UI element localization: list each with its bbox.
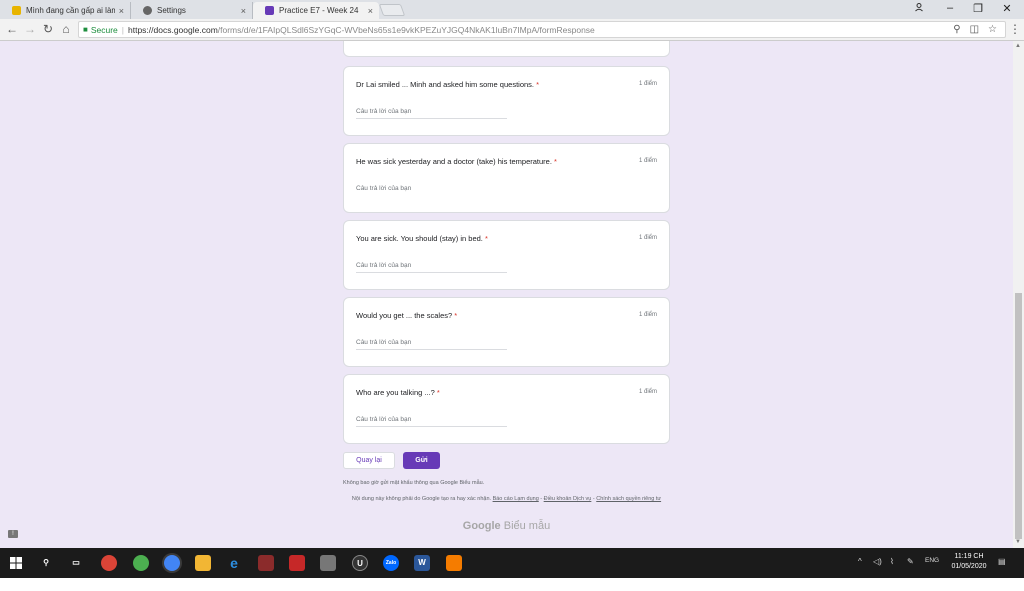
submit-button[interactable]: Gửi — [403, 452, 440, 469]
url-host: https://docs.google.com — [128, 24, 218, 35]
back-arrow-icon[interactable]: ← — [5, 22, 19, 36]
system-clock[interactable]: 11:19 CH 01/05/2020 — [944, 552, 994, 572]
menu-kebab-icon[interactable]: ⋮ — [1008, 22, 1022, 36]
gear-icon — [143, 6, 152, 15]
question-text: You are sick. You should (stay) in bed. … — [356, 234, 488, 243]
screen: Mình đang cần gấp ai làm × Settings × Pr… — [0, 0, 1024, 591]
secure-label: Secure — [90, 24, 118, 35]
chrome-active-icon[interactable] — [164, 555, 180, 571]
answer-input[interactable] — [356, 262, 507, 273]
app-icon[interactable] — [289, 555, 305, 571]
footer-disclaimer: Nội dung này không phải do Google tạo ra… — [351, 496, 662, 502]
bookmark-star-icon[interactable]: ☆ — [988, 24, 997, 35]
page-scrollbar[interactable]: ▲ ▼ — [1013, 41, 1024, 548]
points-label: 1 điểm — [638, 389, 657, 395]
points-label: 1 điểm — [638, 312, 657, 318]
close-tab-icon[interactable]: × — [368, 6, 373, 16]
points-label: 1 điểm — [638, 235, 657, 241]
unikey-icon[interactable]: U — [352, 555, 368, 571]
question-card: Would you get ... the scales? * 1 điểm — [343, 297, 670, 367]
lock-icon: ■ — [83, 25, 88, 34]
task-view-icon[interactable]: ▭ — [68, 555, 84, 571]
report-abuse-link[interactable]: Báo cáo Lạm dụng — [493, 496, 539, 502]
required-mark: * — [484, 234, 488, 243]
network-icon[interactable]: ⌇ — [890, 557, 894, 566]
question-card: Who are you talking ...? * 1 điểm — [343, 374, 670, 444]
tab-strip: Mình đang cần gấp ai làm × Settings × Pr… — [0, 0, 1024, 19]
required-mark: * — [554, 157, 557, 166]
scroll-up-arrow-icon[interactable]: ▲ — [1015, 43, 1021, 49]
feedback-icon[interactable]: ! — [8, 530, 18, 538]
file-explorer-icon[interactable] — [195, 555, 211, 571]
answer-input[interactable] — [356, 185, 507, 196]
home-icon[interactable]: ⌂ — [59, 22, 73, 36]
tab-title: Mình đang cần gấp ai làm — [26, 6, 115, 15]
question-text: He was sick yesterday and a doctor (take… — [356, 157, 557, 166]
pen-icon[interactable]: ✎ — [907, 557, 914, 566]
terms-link[interactable]: Điều khoản Dịch vụ — [544, 496, 592, 502]
bottom-strip — [0, 578, 1024, 591]
volume-icon[interactable]: ◁) — [873, 557, 882, 566]
word-icon[interactable]: W — [414, 555, 430, 571]
reload-icon[interactable]: ↻ — [41, 22, 55, 36]
restore-button[interactable]: ❐ — [970, 2, 986, 15]
forward-arrow-icon[interactable]: → — [23, 22, 37, 36]
question-text: Would you get ... the scales? * — [356, 311, 458, 320]
app-orange-icon[interactable] — [446, 555, 462, 571]
answer-input[interactable] — [356, 416, 507, 427]
scroll-down-arrow-icon[interactable]: ▼ — [1015, 539, 1021, 545]
url-path: /forms/d/e/1FAIpQLSdl6SzYGqC-WVbeNs65s1e… — [217, 24, 595, 35]
tab-1[interactable]: Settings × — [131, 2, 253, 19]
password-warning: Không bao giờ gửi mật khẩu thông qua Goo… — [343, 480, 485, 486]
scrollbar-thumb[interactable] — [1015, 293, 1022, 539]
close-tab-icon[interactable]: × — [119, 6, 124, 16]
question-text: Dr Lai smiled ... Minh and asked him som… — [356, 80, 540, 89]
privacy-link[interactable]: Chính sách quyền riêng tư — [596, 496, 661, 502]
tab-title: Settings — [157, 6, 186, 15]
separator: | — [121, 24, 124, 35]
question-card: Dr Lai smiled ... Minh and asked him som… — [343, 66, 670, 136]
required-mark: * — [454, 311, 458, 320]
close-window-button[interactable]: ✕ — [999, 2, 1015, 15]
tab-title: Practice E7 - Week 24 — [279, 6, 359, 15]
form-page: Dr Lai smiled ... Minh and asked him som… — [0, 41, 1013, 548]
google-forms-logo[interactable]: Google Biểu mẫu — [343, 520, 670, 532]
new-tab-button[interactable] — [378, 4, 406, 16]
chrome-icon[interactable] — [101, 555, 117, 571]
question-text: Who are you talking ...? * — [356, 388, 440, 397]
search-icon[interactable]: ⚲ — [38, 555, 54, 571]
browser-toolbar: ← → ↻ ⌂ ■ Secure | https://docs.google.c… — [0, 19, 1024, 41]
close-tab-icon[interactable]: × — [241, 6, 246, 16]
calculator-icon[interactable] — [320, 555, 336, 571]
required-mark: * — [536, 80, 540, 89]
windows-start-icon[interactable] — [8, 555, 24, 571]
address-bar[interactable]: ■ Secure | https://docs.google.com/forms… — [78, 21, 1006, 38]
internet-explorer-icon[interactable]: e — [226, 555, 242, 571]
profile-icon[interactable] — [911, 2, 927, 15]
points-label: 1 điểm — [638, 81, 657, 87]
points-label: 1 điểm — [638, 158, 657, 164]
question-card: You are sick. You should (stay) in bed. … — [343, 220, 670, 290]
back-button[interactable]: Quay lại — [343, 452, 395, 469]
tab-0[interactable]: Mình đang cần gấp ai làm × — [0, 2, 131, 19]
tray-chevron-up-icon[interactable]: ^ — [858, 557, 862, 566]
forum-favicon-icon — [12, 6, 21, 15]
answer-input[interactable] — [356, 108, 507, 119]
zalo-icon[interactable]: Zalo — [383, 555, 399, 571]
language-indicator[interactable]: ENG — [925, 557, 939, 564]
coccoc-icon[interactable] — [133, 555, 149, 571]
minimize-button[interactable]: – — [942, 2, 958, 14]
notifications-icon[interactable]: ▤ — [998, 557, 1006, 566]
tab-2-active[interactable]: Practice E7 - Week 24 × — [253, 2, 379, 19]
google-forms-favicon-icon — [265, 6, 274, 15]
previous-question-card — [343, 41, 670, 57]
question-card: He was sick yesterday and a doctor (take… — [343, 143, 670, 213]
translate-icon[interactable]: ◫ — [970, 24, 979, 35]
required-mark: * — [436, 388, 440, 397]
answer-input[interactable] — [356, 339, 507, 350]
zoom-icon[interactable]: ⚲ — [953, 24, 960, 35]
winrar-icon[interactable] — [258, 555, 274, 571]
windows-taskbar: ⚲ ▭ e U Zalo W ^ ◁) ⌇ ✎ ENG 11:19 CH 01/… — [0, 548, 1024, 578]
